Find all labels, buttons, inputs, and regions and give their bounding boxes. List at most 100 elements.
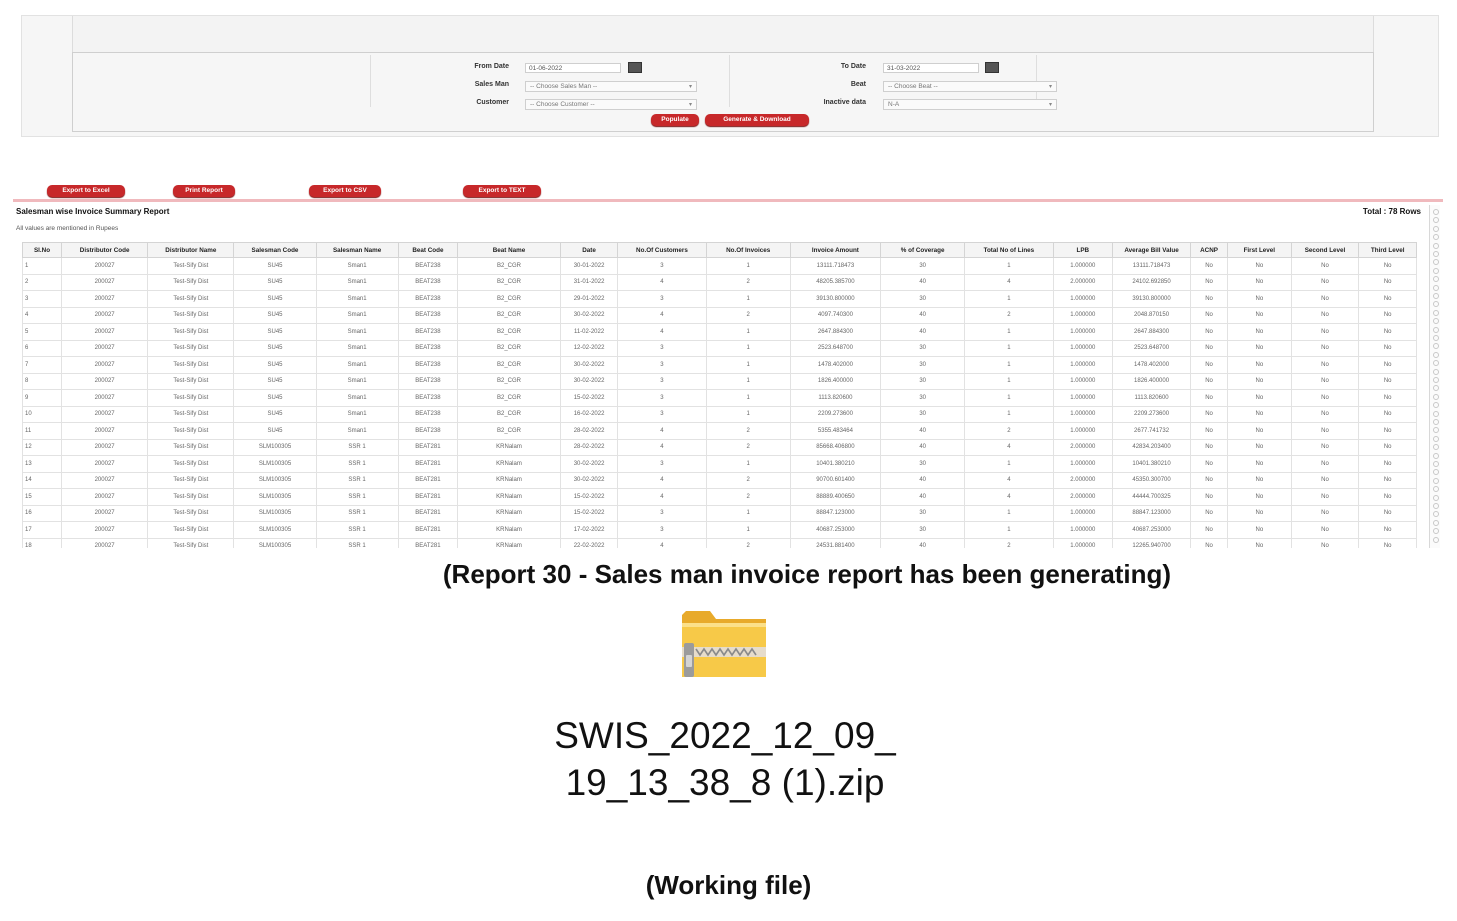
salesman-label: Sales Man bbox=[474, 81, 509, 88]
table-cell: SU45 bbox=[233, 339, 317, 357]
zip-file-name[interactable]: SWIS_2022_12_09_ 19_13_38_8 (1).zip bbox=[520, 712, 930, 806]
inactive-select[interactable]: N-A ▾ bbox=[883, 99, 1057, 110]
table-cell: 200027 bbox=[60, 504, 149, 522]
table-cell: No bbox=[1358, 504, 1417, 522]
table-cell: 1 bbox=[705, 356, 791, 374]
scroll-dot bbox=[1433, 259, 1439, 266]
table-cell: No bbox=[1358, 438, 1417, 456]
salesman-select[interactable]: -- Choose Sales Man -- ▾ bbox=[525, 81, 697, 92]
table-cell: No bbox=[1290, 339, 1360, 357]
table-cell: Sman1 bbox=[315, 273, 399, 291]
table-cell: 1.000000 bbox=[1052, 339, 1114, 357]
table-cell: 200027 bbox=[60, 455, 149, 473]
table-cell: No bbox=[1358, 290, 1417, 308]
scroll-dot bbox=[1433, 511, 1439, 518]
inactive-label: Inactive data bbox=[823, 99, 866, 106]
table-cell: 4 bbox=[617, 471, 707, 489]
table-cell: No bbox=[1358, 372, 1417, 390]
table-cell: B2_CGR bbox=[457, 405, 561, 423]
table-cell: 1478.402000 bbox=[789, 356, 882, 374]
table-cell: BEAT238 bbox=[397, 257, 459, 275]
table-cell: 10401.380210 bbox=[789, 455, 882, 473]
table-cell: 3 bbox=[617, 389, 707, 407]
export-text-button[interactable]: Export to TEXT bbox=[463, 185, 541, 197]
table-cell: No bbox=[1290, 273, 1360, 291]
table-cell: 5355.483464 bbox=[789, 422, 882, 440]
export-excel-button[interactable]: Export to Excel bbox=[47, 185, 125, 197]
beat-label: Beat bbox=[850, 81, 866, 88]
table-cell: 1 bbox=[705, 372, 791, 390]
table-cell: No bbox=[1290, 356, 1360, 374]
table-cell: No bbox=[1358, 356, 1417, 374]
table-cell: 200027 bbox=[60, 488, 149, 506]
table-cell: No bbox=[1190, 273, 1228, 291]
table-cell: No bbox=[1227, 455, 1292, 473]
customer-select[interactable]: -- Choose Customer -- ▾ bbox=[525, 99, 697, 110]
column-header: First Level bbox=[1227, 242, 1292, 258]
calendar-icon[interactable] bbox=[985, 62, 999, 73]
table-cell: Test-Sify Dist bbox=[147, 389, 235, 407]
table-scrollbar[interactable] bbox=[1429, 205, 1440, 548]
scroll-dot bbox=[1433, 503, 1439, 509]
table-cell: 1.000000 bbox=[1052, 537, 1114, 548]
column-header: Sl.No bbox=[22, 242, 62, 258]
table-cell: 31-01-2022 bbox=[559, 273, 619, 291]
table-cell: 2 bbox=[705, 438, 791, 456]
table-cell: B2_CGR bbox=[457, 389, 561, 407]
column-header: Total No of Lines bbox=[964, 242, 1054, 258]
table-cell: KRNalam bbox=[457, 537, 561, 548]
table-cell: 4 bbox=[617, 273, 707, 291]
scroll-dot bbox=[1433, 461, 1439, 467]
table-cell: KRNalam bbox=[457, 471, 561, 489]
print-report-button[interactable]: Print Report bbox=[173, 185, 235, 197]
table-cell: 3 bbox=[617, 405, 707, 423]
table-cell: No bbox=[1290, 438, 1360, 456]
table-cell: No bbox=[1358, 257, 1417, 275]
table-cell: 15-02-2022 bbox=[559, 504, 619, 522]
file-name-line-2: 19_13_38_8 (1).zip bbox=[565, 762, 885, 803]
table-cell: 13111.718473 bbox=[1112, 257, 1192, 275]
table-cell: SU45 bbox=[233, 372, 317, 390]
from-date-input[interactable]: 01-06-2022 bbox=[525, 63, 621, 73]
table-cell: 40 bbox=[880, 438, 966, 456]
table-cell: 2 bbox=[964, 422, 1054, 440]
table-cell: 1.000000 bbox=[1052, 372, 1114, 390]
scroll-dot bbox=[1433, 351, 1439, 358]
scroll-dot bbox=[1433, 427, 1439, 434]
working-file-caption: (Working file) bbox=[645, 870, 812, 900]
table-cell: 2.000000 bbox=[1052, 273, 1114, 291]
table-cell: 2.000000 bbox=[1052, 488, 1114, 506]
table-cell: No bbox=[1290, 389, 1360, 407]
to-date-label: To Date bbox=[840, 63, 866, 70]
table-cell: SSR 1 bbox=[315, 537, 399, 548]
table-row: 8 200027 Test-Sify Dist SU45 Sman1 BEAT238 B2_… bbox=[22, 372, 1417, 390]
table-cell: B2_CGR bbox=[457, 257, 561, 275]
table-cell: 200027 bbox=[60, 306, 149, 324]
table-cell: BEAT281 bbox=[397, 488, 459, 506]
table-cell: Sman1 bbox=[315, 389, 399, 407]
table-cell: BEAT238 bbox=[397, 356, 459, 374]
column-header: Distributor Code bbox=[60, 242, 149, 258]
table-cell: 200027 bbox=[60, 537, 149, 548]
scroll-dot bbox=[1433, 410, 1439, 417]
report-caption: (Report 30 - Sales man invoice report ha… bbox=[442, 559, 1172, 589]
table-cell: 200027 bbox=[60, 356, 149, 374]
table-cell: 11 bbox=[22, 422, 62, 440]
table-row: 7 200027 Test-Sify Dist SU45 Sman1 BEAT238 B2_… bbox=[22, 356, 1417, 374]
table-row: 3 200027 Test-Sify Dist SU45 Sman1 BEAT238 B2_… bbox=[22, 290, 1417, 308]
table-cell: No bbox=[1358, 521, 1417, 539]
table-cell: Test-Sify Dist bbox=[147, 356, 235, 374]
calendar-icon[interactable] bbox=[628, 62, 642, 73]
table-cell: No bbox=[1290, 537, 1360, 548]
populate-button[interactable]: Populate bbox=[651, 114, 699, 126]
table-cell: No bbox=[1227, 389, 1292, 407]
beat-select[interactable]: -- Choose Beat -- ▾ bbox=[883, 81, 1057, 92]
scroll-dot bbox=[1433, 377, 1439, 383]
table-cell: 1 bbox=[964, 372, 1054, 390]
to-date-input[interactable]: 31-03-2022 bbox=[883, 63, 979, 73]
generate-download-button[interactable]: Generate & Download bbox=[705, 114, 809, 126]
table-cell: 2 bbox=[705, 422, 791, 440]
table-cell: B2_CGR bbox=[457, 290, 561, 308]
export-csv-button[interactable]: Export to CSV bbox=[309, 185, 381, 197]
column-header: ACNP bbox=[1190, 242, 1228, 258]
